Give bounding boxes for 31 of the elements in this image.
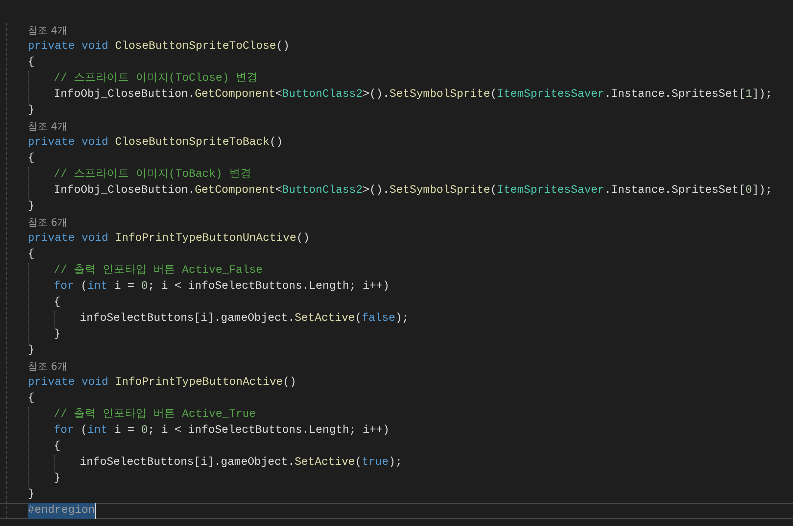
code-line: // 출력 인포타입 버튼 Active_False: [54, 264, 263, 279]
code-line: InfoObj_CloseButtion.GetComponent<ButtonClass2>().SetSymbolSprite(ItemSpritesSaver.Instance.SpritesSet[0]);: [54, 184, 772, 199]
code-line: // 출력 인포타입 버튼 Active_True: [54, 408, 256, 423]
code-line: }: [27, 104, 35, 119]
current-code-line: #endregion: [0, 503, 793, 519]
code-line: infoSelectButtons[i].gameObject.SetActive(false);: [80, 312, 410, 327]
code-line: {: [27, 248, 35, 263]
code-line: {: [54, 440, 61, 455]
code-line: }: [27, 200, 35, 215]
code-line: for (int i = 0; i < infoSelectButtons.Length; i++): [54, 280, 390, 295]
code-line: private void InfoPrintTypeButtonUnActive(): [27, 232, 310, 247]
code-line: {: [27, 152, 35, 167]
code-line: }: [27, 344, 35, 359]
code-line: // 스프라이트 이미지(ToClose) 변경: [54, 72, 258, 87]
reference-count[interactable]: 참조 4개: [28, 122, 68, 133]
code-line: private void CloseButtonSpriteToClose(): [27, 40, 290, 55]
reference-count[interactable]: 참조 6개: [28, 218, 68, 229]
code-line: private void CloseButtonSpriteToBack(): [27, 136, 284, 151]
reference-count[interactable]: 참조 4개: [28, 26, 68, 37]
code-line: private void InfoPrintTypeButtonActive(): [27, 376, 297, 391]
code-line: {: [27, 392, 35, 407]
code-line: infoSelectButtons[i].gameObject.SetActive(true);: [80, 456, 402, 471]
reference-count[interactable]: 참조 6개: [28, 362, 68, 373]
code-line: }: [54, 472, 61, 487]
code-line: }: [54, 328, 61, 343]
code-line: }: [27, 488, 35, 503]
code-line: for (int i = 0; i < infoSelectButtons.Length; i++): [54, 424, 390, 439]
code-line: // 스프라이트 이미지(ToBack) 변경: [54, 168, 252, 183]
code-line: InfoObj_CloseButtion.GetComponent<ButtonClass2>().SetSymbolSprite(ItemSpritesSaver.Instance.SpritesSet[1]);: [54, 88, 772, 103]
code-line: {: [27, 56, 35, 71]
code-line: {: [54, 296, 61, 311]
